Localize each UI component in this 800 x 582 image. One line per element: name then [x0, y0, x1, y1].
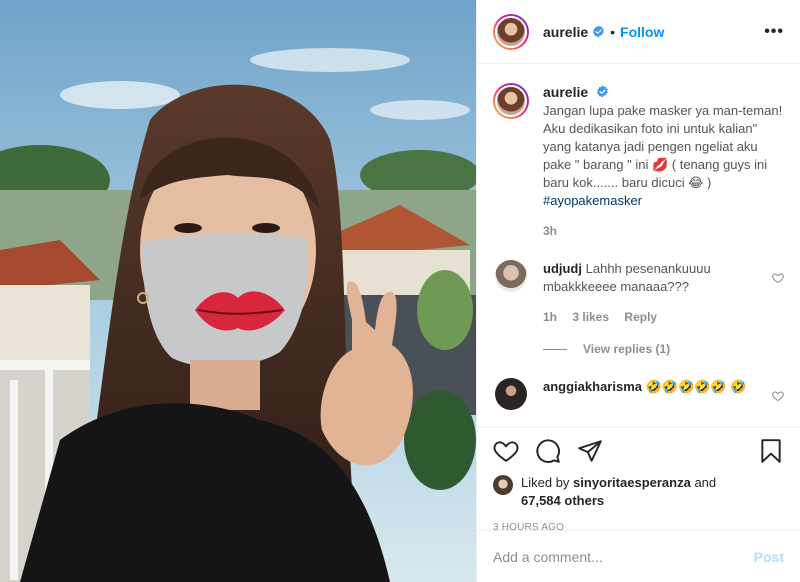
post-photo[interactable] [0, 0, 476, 582]
caption-author-username[interactable]: aurelie [543, 84, 588, 100]
reply-button[interactable]: Reply [624, 310, 657, 324]
action-icons [493, 428, 784, 474]
author-username[interactable]: aurelie [543, 24, 588, 40]
comment-icon[interactable] [535, 438, 561, 464]
author-avatar[interactable] [493, 13, 529, 50]
replies-divider [543, 348, 567, 350]
small-heart-icon[interactable] [772, 390, 784, 402]
commenter-avatar[interactable] [495, 260, 527, 292]
verified-badge-icon [596, 85, 608, 98]
commenter-username[interactable]: udjudj [543, 261, 582, 276]
liked-by-user[interactable]: sinyoritaesperanza [573, 475, 691, 490]
commenter-username[interactable]: anggiakharisma [543, 379, 642, 394]
heart-icon[interactable] [493, 438, 519, 464]
caption: aurelie Jangan lupa pake masker ya man-t… [493, 83, 784, 238]
liked-by-and: and [694, 475, 717, 490]
likes-summary: Liked by sinyoritaesperanza and 67,584 o… [493, 474, 784, 510]
separator-dot: • [610, 23, 616, 40]
liked-by-prefix: Liked by [521, 475, 570, 490]
bookmark-icon[interactable] [758, 438, 784, 464]
add-comment-bar: Post [477, 530, 800, 582]
caption-text: Jangan lupa pake masker ya man-teman! Ak… [543, 103, 783, 190]
post-header: aurelie • Follow ••• [477, 0, 800, 64]
comment-text: 🤣🤣🤣🤣🤣 🤣 [645, 379, 747, 394]
commenter-avatar[interactable] [495, 378, 527, 410]
view-replies[interactable]: View replies (1) [543, 342, 784, 356]
more-options-icon[interactable]: ••• [764, 23, 784, 41]
likes-others-count[interactable]: 67,584 others [521, 493, 604, 508]
comment-item: udjudj Lahhh pesenankuuuu mbakkkeeee man… [493, 260, 784, 324]
post-side-panel: aurelie • Follow ••• aurelie Jangan lupa… [476, 0, 800, 582]
comment-age: 1h [543, 310, 558, 324]
hashtag-link[interactable]: #ayopakemasker [543, 193, 642, 208]
liker-avatar[interactable] [493, 475, 513, 495]
post-actions: Liked by sinyoritaesperanza and 67,584 o… [477, 427, 800, 533]
share-icon[interactable] [577, 438, 603, 464]
comment-likes[interactable]: 3 likes [572, 310, 609, 324]
post-comment-button[interactable]: Post [754, 549, 784, 565]
caption-author-avatar[interactable] [493, 83, 529, 119]
caption-age: 3h [543, 224, 558, 238]
verified-badge-icon [593, 25, 604, 38]
comment-input[interactable] [493, 548, 754, 565]
follow-button[interactable]: Follow [620, 24, 664, 40]
view-replies-label[interactable]: View replies (1) [583, 342, 670, 356]
small-heart-icon[interactable] [772, 272, 784, 284]
selfie-image [0, 0, 476, 582]
comments-list[interactable]: aurelie Jangan lupa pake masker ya man-t… [477, 65, 800, 427]
comment-item: anggiakharisma 🤣🤣🤣🤣🤣 🤣 [493, 378, 784, 410]
